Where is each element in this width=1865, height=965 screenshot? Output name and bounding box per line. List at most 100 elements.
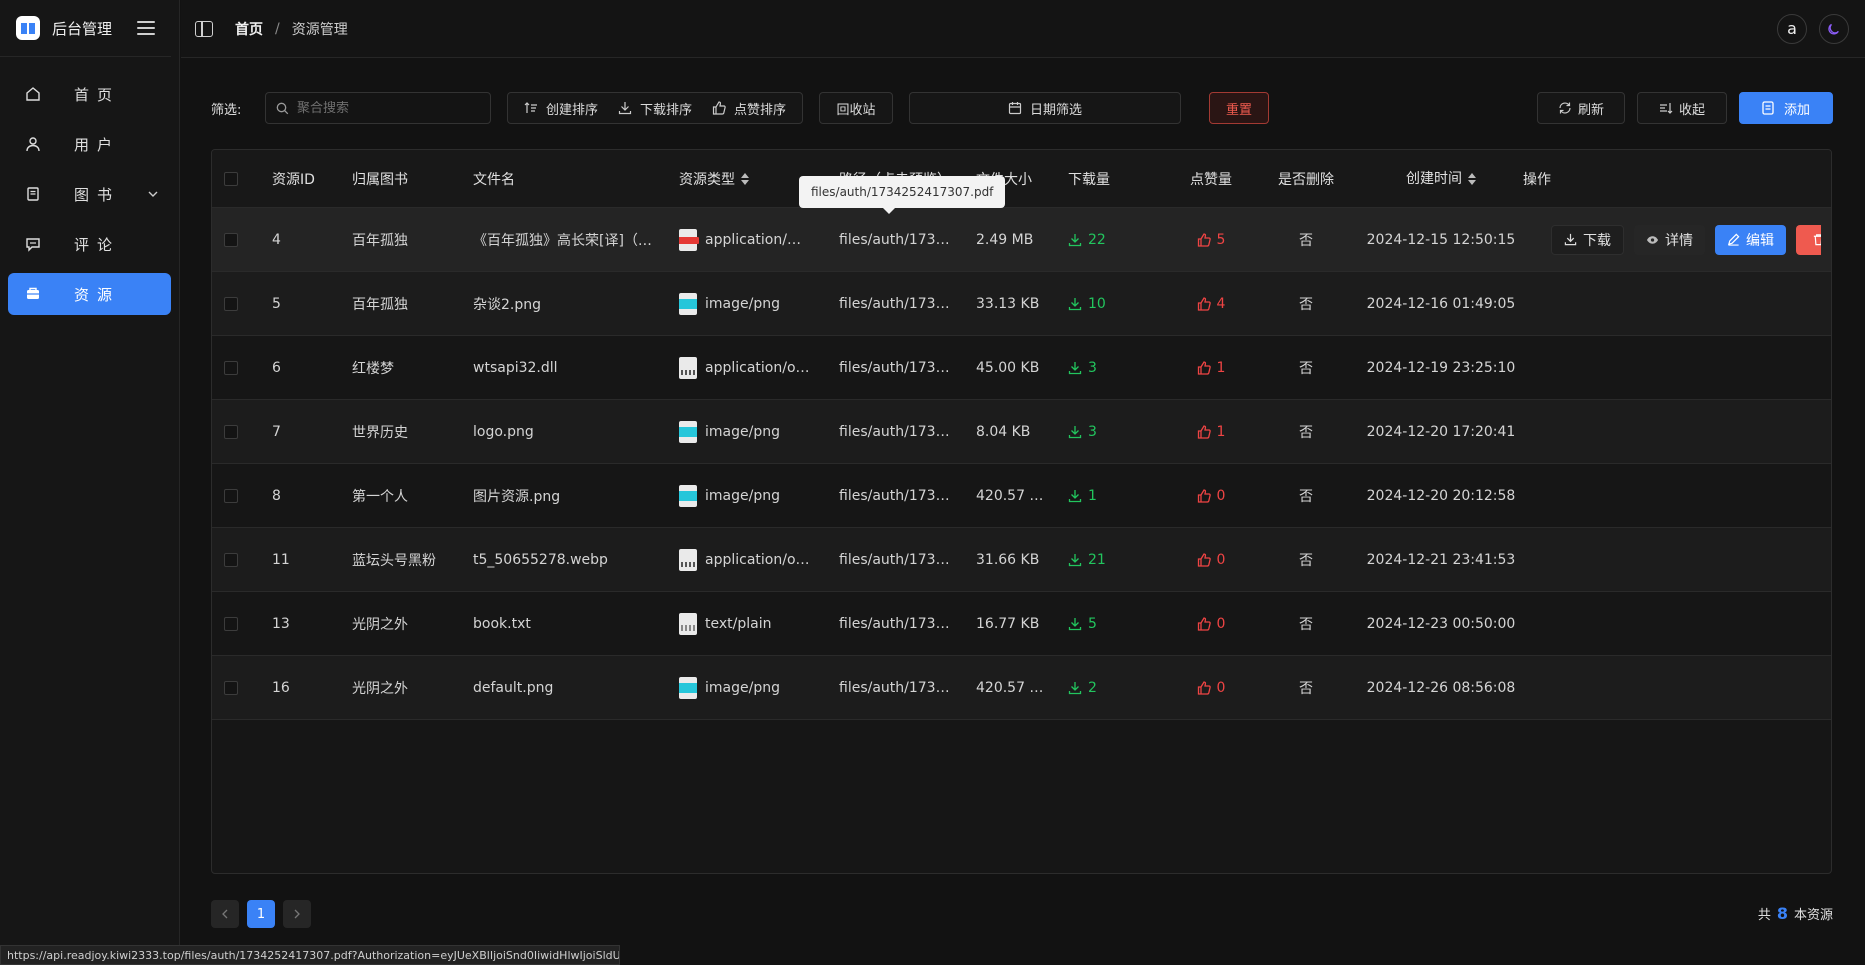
prev-page-button[interactable]	[211, 900, 239, 928]
breadcrumb-home[interactable]: 首页	[235, 19, 263, 39]
sort-caret-icon[interactable]	[741, 172, 749, 185]
collapse-label: 收起	[1678, 102, 1705, 118]
cell-type-label: text/plain	[705, 615, 772, 632]
row-checkbox[interactable]	[212, 552, 272, 567]
cell-book: 第一个人	[352, 488, 408, 505]
sidebar-item-users[interactable]: 用户	[8, 123, 171, 165]
chevron-right-icon	[293, 909, 301, 919]
col-likes: 点赞量	[1190, 171, 1232, 188]
cell-created: 2024-12-21 23:41:53	[1366, 551, 1516, 568]
select-all-checkbox[interactable]	[212, 171, 272, 186]
sort-by-likes-button[interactable]: 点赞排序	[702, 93, 796, 123]
row-checkbox[interactable]	[212, 232, 272, 247]
cell-created: 2024-12-20 17:20:41	[1366, 423, 1516, 440]
breadcrumb-separator: /	[275, 20, 280, 37]
row-detail-button[interactable]: 详情	[1634, 224, 1705, 255]
row-checkbox[interactable]	[212, 616, 272, 631]
reset-button[interactable]: 重置	[1209, 92, 1270, 124]
table-row[interactable]: 6 红楼梦 wtsapi32.dll application/o… files/auth…	[212, 336, 1831, 400]
row-checkbox[interactable]	[212, 296, 272, 311]
toolbar-right: 刷新 收起 添加	[1537, 92, 1833, 124]
path-tooltip: files/auth/1734252417307.pdf	[799, 176, 1006, 214]
row-download-button[interactable]: 下载	[1551, 224, 1624, 255]
sidebar-item-home[interactable]: 首页	[8, 73, 171, 115]
sort-caret-icon[interactable]	[1468, 172, 1476, 185]
page-1-button[interactable]: 1	[247, 900, 275, 928]
cell-downloads: 10	[1068, 296, 1171, 312]
cell-path-link[interactable]: files/auth/173…	[839, 680, 976, 696]
search-box[interactable]	[265, 92, 491, 124]
collapse-button[interactable]: 收起	[1637, 92, 1727, 124]
cell-likes: 5	[1171, 232, 1251, 248]
table-row[interactable]: 8 第一个人 图片资源.png image/png files/auth/173… 420…	[212, 464, 1831, 528]
pagination: 1	[211, 900, 311, 928]
cell-likes-value: 1	[1216, 423, 1226, 440]
col-downloads: 下载量	[1068, 171, 1110, 188]
table-row[interactable]: 13 光阴之外 book.txt text/plain files/auth/173… 1…	[212, 592, 1831, 656]
sidebar-item-books[interactable]: 图书	[8, 173, 171, 215]
row-checkbox[interactable]	[212, 488, 272, 503]
cell-id: 5	[272, 295, 281, 312]
refresh-icon	[1558, 101, 1572, 115]
sidebar-item-comments[interactable]: 评论	[8, 223, 171, 265]
row-checkbox[interactable]	[212, 360, 272, 375]
avatar[interactable]: a	[1777, 13, 1807, 44]
cell-path-link[interactable]: files/auth/173…	[839, 552, 976, 568]
img-file-icon	[679, 420, 697, 443]
row-edit-button[interactable]: 编辑	[1715, 224, 1786, 255]
sort-by-downloads-button[interactable]: 下载排序	[608, 93, 702, 123]
cell-path-link[interactable]: files/auth/173…	[839, 488, 976, 504]
thumbs-up-icon	[1197, 296, 1211, 311]
cell-type-label: image/png	[705, 295, 780, 312]
cell-downloads-value: 3	[1088, 359, 1097, 376]
cell-downloads-value: 21	[1088, 551, 1106, 568]
thumbs-up-icon	[1197, 680, 1211, 695]
next-page-button[interactable]	[283, 900, 311, 928]
download-icon	[1068, 425, 1082, 439]
sidebar-collapse-icon[interactable]	[195, 20, 213, 37]
cell-path-link[interactable]: files/auth/173…	[839, 232, 976, 248]
resource-table: 资源ID 归属图书 文件名 资源类型 路径（点击预览） 文件大小 下载量 点赞量…	[211, 149, 1832, 874]
cell-path-link[interactable]: files/auth/173…	[839, 360, 976, 376]
download-icon	[1564, 233, 1577, 246]
cell-likes-value: 0	[1216, 679, 1226, 696]
table-row[interactable]: 7 世界历史 logo.png image/png files/auth/173… 8.0…	[212, 400, 1831, 464]
menu-toggle-icon[interactable]	[137, 21, 155, 35]
sidebar-item-resources[interactable]: 资源	[8, 273, 171, 315]
cell-path-link[interactable]: files/auth/173…	[839, 296, 976, 312]
table-row[interactable]: 16 光阴之外 default.png image/png files/auth/173…	[212, 656, 1831, 720]
trash-icon	[1812, 233, 1821, 246]
cell-type: text/plain	[679, 612, 839, 635]
cell-type: application/…	[679, 228, 839, 251]
theme-toggle-button[interactable]	[1819, 13, 1849, 44]
cell-downloads: 3	[1068, 360, 1171, 376]
download-icon	[1068, 361, 1082, 375]
col-id: 资源ID	[272, 171, 315, 188]
total-number: 8	[1776, 904, 1788, 923]
table-header: 资源ID 归属图书 文件名 资源类型 路径（点击预览） 文件大小 下载量 点赞量…	[212, 150, 1831, 208]
sort-by-downloads-label: 下载排序	[640, 102, 693, 118]
row-checkbox[interactable]	[212, 424, 272, 439]
sort-by-created-button[interactable]: 创建排序	[514, 93, 608, 123]
col-created[interactable]: 创建时间	[1361, 168, 1521, 190]
table-row[interactable]: 5 百年孤独 杂谈2.png image/png files/auth/173… 33.1…	[212, 272, 1831, 336]
table-row[interactable]: 11 蓝坛头号黑粉 t5_50655278.webp application/o… fi…	[212, 528, 1831, 592]
add-resource-button[interactable]: 添加	[1739, 92, 1833, 124]
cell-path-link[interactable]: files/auth/173…	[839, 424, 976, 440]
refresh-button[interactable]: 刷新	[1537, 92, 1625, 124]
cell-filename: book.txt	[473, 615, 531, 632]
cell-path-link[interactable]: files/auth/173…	[839, 616, 976, 632]
cell-downloads: 21	[1068, 552, 1171, 568]
cell-downloads-value: 10	[1088, 295, 1106, 312]
cell-type: image/png	[679, 484, 839, 507]
row-delete-button[interactable]: 删除	[1796, 224, 1821, 255]
cell-filename: 杂谈2.png	[473, 296, 542, 313]
date-filter-button[interactable]: 日期筛选	[909, 92, 1182, 124]
search-input[interactable]	[297, 100, 477, 116]
recycle-bin-button[interactable]: 回收站	[819, 92, 894, 124]
row-checkbox[interactable]	[212, 680, 272, 695]
col-created-label: 创建时间	[1406, 170, 1462, 187]
table-row[interactable]: 4 百年孤独 《百年孤独》高长荣[译]（… application/… files/au…	[212, 208, 1831, 272]
home-icon	[24, 85, 42, 103]
thumbs-up-icon	[1197, 360, 1211, 375]
